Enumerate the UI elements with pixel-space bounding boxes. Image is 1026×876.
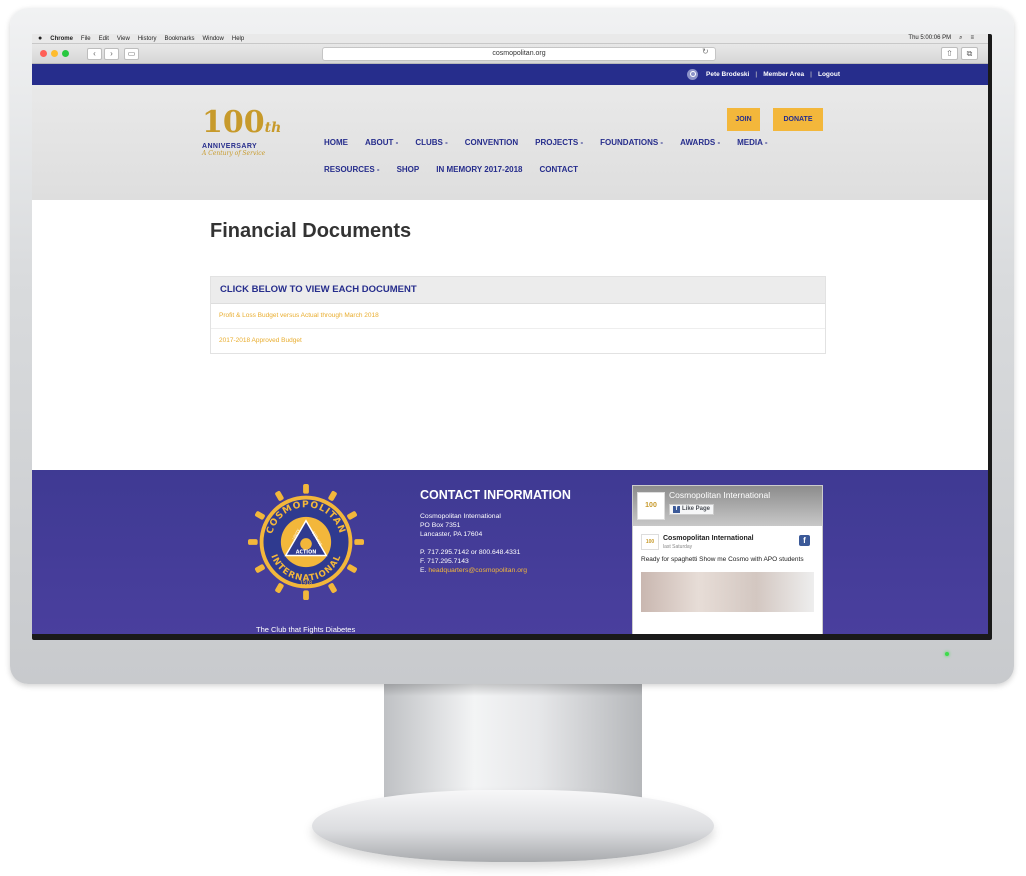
power-led [945, 652, 949, 656]
history-nav: ‹ › [87, 48, 119, 60]
contact-org: Cosmopolitan International [420, 513, 501, 520]
site-header: 100th ANNIVERSARY A Century of Service J… [32, 85, 988, 200]
seal-year-text: 1918 [300, 581, 312, 587]
nav-about[interactable]: ABOUT - [365, 138, 398, 147]
user-name-link[interactable]: Pete Brodeski [706, 71, 749, 78]
browser-toolbar: ‹ › ▭ cosmopolitan.org ↻ ⇧ ⧉ [32, 44, 988, 64]
menu-help[interactable]: Help [232, 36, 244, 42]
facebook-post-text: Ready for spaghetti Show me Cosmo with A… [641, 556, 804, 563]
contact-email-label: E. [420, 567, 427, 574]
contact-title: CONTACT INFORMATION [420, 488, 571, 502]
minimize-window-button[interactable] [51, 50, 58, 57]
contact-po-box: PO Box 7351 [420, 522, 461, 529]
document-link-profit-loss[interactable]: Profit & Loss Budget versus Actual throu… [211, 304, 825, 329]
site-topbar: Pete Brodeski | Member Area | Logout [32, 64, 988, 85]
seal-action-text: ACTION [296, 550, 317, 556]
documents-panel: CLICK BELOW TO VIEW EACH DOCUMENT Profit… [210, 276, 826, 354]
window-controls [40, 50, 69, 57]
facebook-page-logo[interactable]: 100 [637, 492, 665, 520]
reload-icon[interactable]: ↻ [702, 47, 709, 56]
facebook-like-button[interactable]: f Like Page [669, 504, 715, 515]
menu-view[interactable]: View [117, 36, 130, 42]
page-title: Financial Documents [210, 220, 412, 242]
logo-anniversary: ANNIVERSARY [202, 143, 258, 150]
divider: | [755, 71, 758, 78]
sidebar-toggle-icon[interactable]: ▭ [124, 48, 139, 60]
facebook-page-widget: 100 Cosmopolitan International f Like Pag… [632, 485, 823, 634]
address-bar[interactable]: cosmopolitan.org [322, 47, 716, 61]
logo-suffix: th [264, 120, 282, 136]
os-menubar: ● Chrome File Edit View History Bookmark… [32, 34, 988, 44]
close-window-button[interactable] [40, 50, 47, 57]
menubar-clock[interactable]: Thu 5:00:06 PM [908, 35, 951, 42]
spotlight-icon[interactable]: ⌕ [959, 35, 962, 42]
donate-button[interactable]: DONATE [773, 108, 823, 131]
menu-app-name[interactable]: Chrome [50, 36, 73, 42]
facebook-cover: 100 Cosmopolitan International f Like Pag… [633, 486, 822, 526]
main-nav-row-2: RESOURCES - SHOP IN MEMORY 2017-2018 CON… [324, 165, 578, 174]
search-icon[interactable] [687, 69, 698, 80]
facebook-post-author[interactable]: Cosmopolitan International [663, 535, 754, 542]
anniversary-logo[interactable]: 100th ANNIVERSARY A Century of Service [202, 108, 282, 163]
forward-icon[interactable]: › [104, 48, 119, 60]
contact-city: Lancaster, PA 17604 [420, 531, 483, 538]
divider: | [810, 71, 812, 78]
nav-resources[interactable]: RESOURCES - [324, 165, 380, 174]
logo-digits: 100 [202, 105, 265, 140]
logout-link[interactable]: Logout [818, 71, 840, 78]
member-area-link[interactable]: Member Area [763, 71, 804, 78]
nav-shop[interactable]: SHOP [397, 165, 420, 174]
nav-projects[interactable]: PROJECTS - [535, 138, 583, 147]
menu-history[interactable]: History [138, 36, 157, 42]
site-footer: COSMOPOLITAN INTERNATIONAL UNITY SERVICE… [32, 470, 988, 634]
monitor-stand-base [312, 790, 714, 862]
facebook-like-icon: f [673, 506, 680, 513]
nav-foundations[interactable]: FOUNDATIONS - [600, 138, 663, 147]
page-content: Financial Documents CLICK BELOW TO VIEW … [32, 200, 988, 470]
document-link-approved-budget[interactable]: 2017-2018 Approved Budget [211, 329, 825, 353]
logo-number: 100th [202, 108, 282, 143]
logo-tagline: A Century of Service [202, 150, 266, 157]
toolbar-right: ⇧ ⧉ [941, 47, 978, 60]
apple-icon[interactable]: ● [38, 35, 42, 42]
nav-awards[interactable]: AWARDS - [680, 138, 720, 147]
nav-convention[interactable]: CONVENTION [465, 138, 518, 147]
nav-in-memory[interactable]: IN MEMORY 2017-2018 [436, 165, 522, 174]
monitor-stand-neck [384, 684, 642, 802]
menu-bookmarks[interactable]: Bookmarks [165, 36, 195, 42]
facebook-page-name[interactable]: Cosmopolitan International [669, 490, 770, 500]
zoom-window-button[interactable] [62, 50, 69, 57]
nav-clubs[interactable]: CLUBS - [415, 138, 447, 147]
facebook-post-header: 100 Cosmopolitan International last Satu… [633, 526, 822, 556]
facebook-post-photo[interactable] [641, 572, 814, 612]
menu-window[interactable]: Window [203, 36, 224, 42]
contact-phone: P. 717.295.7142 or 800.648.4331 [420, 549, 521, 556]
notification-center-icon[interactable]: ≡ [970, 35, 974, 42]
share-icon[interactable]: ⇧ [941, 47, 958, 60]
contact-info: Cosmopolitan International PO Box 7351 L… [420, 512, 527, 575]
join-button[interactable]: JOIN [727, 108, 760, 131]
nav-media[interactable]: MEDIA - [737, 138, 767, 147]
facebook-like-label: Like Page [682, 506, 711, 512]
tabs-overview-icon[interactable]: ⧉ [961, 47, 978, 60]
contact-fax: F. 717.295.7143 [420, 558, 469, 565]
back-icon[interactable]: ‹ [87, 48, 102, 60]
nav-home[interactable]: HOME [324, 138, 348, 147]
facebook-icon[interactable]: f [799, 535, 810, 546]
menu-file[interactable]: File [81, 36, 91, 42]
main-nav-row-1: HOME ABOUT - CLUBS - CONVENTION PROJECTS… [324, 138, 767, 147]
footer-tagline: The Club that Fights Diabetes [256, 625, 356, 634]
stand-shadow [384, 684, 642, 696]
screen: ● Chrome File Edit View History Bookmark… [32, 34, 988, 634]
facebook-post-avatar[interactable]: 100 [641, 534, 659, 550]
documents-panel-header: CLICK BELOW TO VIEW EACH DOCUMENT [211, 277, 825, 304]
menu-edit[interactable]: Edit [99, 36, 109, 42]
facebook-post-time[interactable]: last Saturday [663, 544, 692, 550]
nav-contact[interactable]: CONTACT [540, 165, 579, 174]
account-links: Pete Brodeski | Member Area | Logout [687, 64, 840, 85]
contact-email-link[interactable]: headquarters@cosmopolitan.org [428, 567, 527, 574]
cosmopolitan-seal-icon: COSMOPOLITAN INTERNATIONAL UNITY SERVICE… [248, 484, 364, 600]
